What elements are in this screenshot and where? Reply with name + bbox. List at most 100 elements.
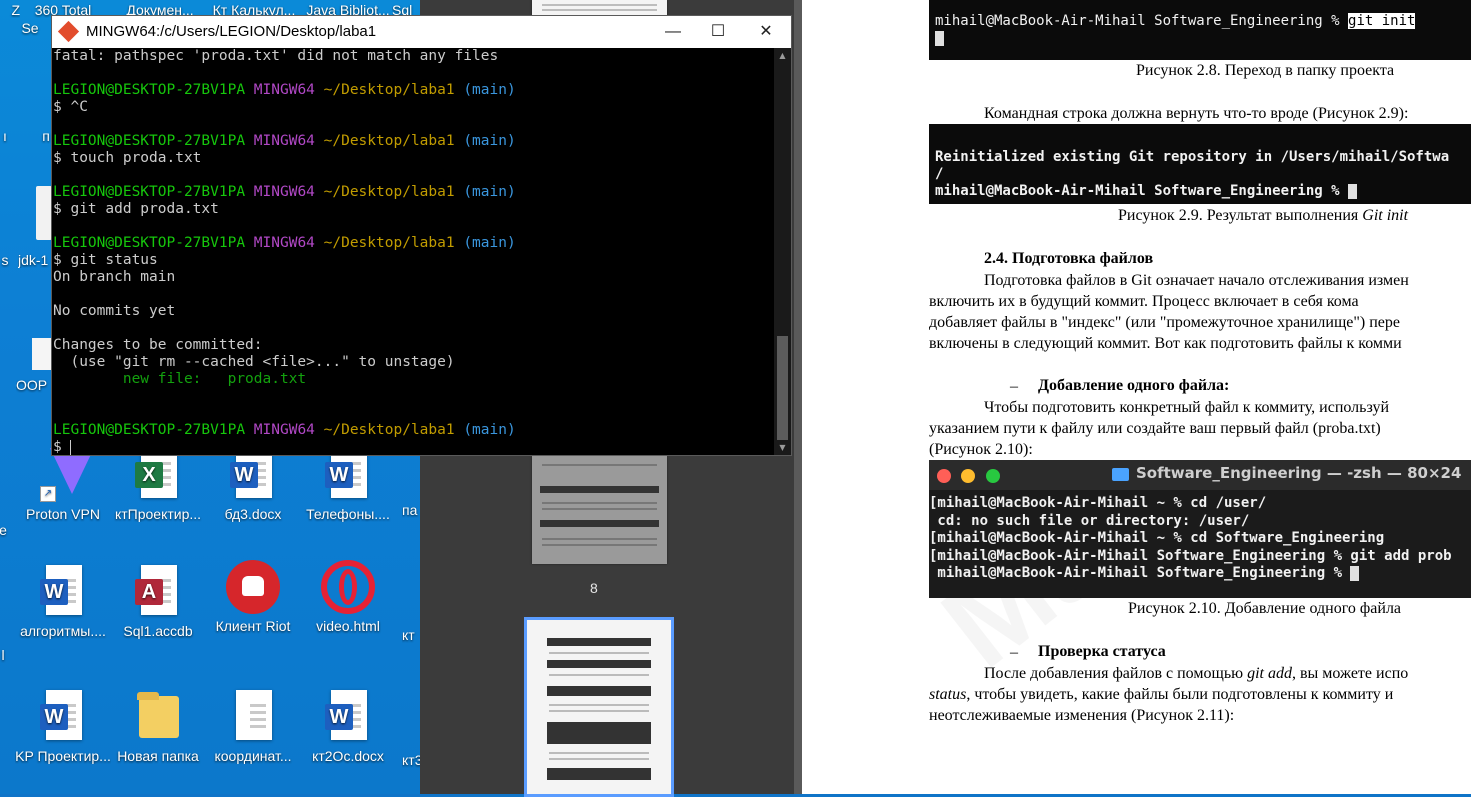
scroll-up-icon[interactable]: ▲: [774, 51, 791, 60]
prompt-env: MINGW64: [253, 184, 315, 200]
desktop-icon-label: l: [1, 647, 5, 663]
text-file-icon: [236, 690, 272, 740]
desktop-icon-label: e: [0, 522, 10, 538]
desktop-partial-label[interactable]: OOP: [16, 377, 56, 393]
desktop-icon-opera[interactable]: video.html: [300, 560, 396, 634]
word-icon: W: [230, 462, 258, 488]
window-titlebar[interactable]: MINGW64:/c/Users/LEGION/Desktop/laba1 — …: [52, 16, 791, 48]
mac-minimize-icon: [961, 469, 975, 483]
text-run-italic: status: [929, 686, 967, 703]
paragraph-line: включить их в будущий коммит. Процесс вк…: [929, 293, 1359, 310]
desktop-partial-label[interactable]: s: [0, 252, 12, 268]
git-bash-window[interactable]: MINGW64:/c/Users/LEGION/Desktop/laba1 — …: [51, 15, 792, 456]
desktop-icon-riot[interactable]: Клиент Riot: [205, 560, 301, 634]
desktop-icon-label: s: [1, 252, 9, 268]
desktop-icon-access[interactable]: A Sql1.accdb: [110, 565, 206, 639]
figure-caption: Рисунок 2.9. Результат выполнения Git in…: [1118, 207, 1408, 225]
desktop-partial-label[interactable]: e: [0, 522, 10, 538]
text-run: После добавления файлов с помощью: [984, 665, 1248, 682]
desktop-icon-word[interactable]: W бд3.docx: [205, 448, 301, 522]
prompt-path: ~/Desktop/laba1: [323, 133, 455, 149]
minimize-button[interactable]: —: [650, 16, 696, 48]
page-thumbnail-selected[interactable]: [524, 617, 674, 797]
terminal-line: (use "git rm --cached <file>..." to unst…: [53, 354, 455, 370]
list-bullet: –: [1010, 644, 1018, 661]
paragraph-line: указанием пути к файлу или создайте ваш …: [929, 420, 1381, 437]
scroll-down-icon[interactable]: ▼: [774, 443, 791, 452]
prompt-env: MINGW64: [253, 82, 315, 98]
prompt-user: LEGION@DESKTOP-27BV1PA: [53, 235, 246, 251]
desktop-partial-label[interactable]: па: [402, 502, 422, 518]
text-run: , чтобы увидеть, какие файлы были подгот…: [966, 686, 1394, 703]
text-run: , вы можете испо: [1291, 665, 1409, 682]
desktop-icon-word[interactable]: W KP Проектир...: [15, 690, 111, 764]
terminal-cursor: [935, 30, 944, 46]
terminal-line: /: [935, 166, 944, 182]
desktop-icon-label: Se: [21, 20, 39, 36]
desktop-icon-label: Proton VPN: [26, 506, 100, 522]
desktop-icon-word[interactable]: W алгоритмы....: [15, 565, 111, 639]
desktop-icon-folder[interactable]: Новая папка: [110, 690, 206, 764]
desktop-partial-label[interactable]: Se: [10, 20, 50, 36]
desktop-icon-label: video.html: [316, 618, 380, 634]
desktop-partial-label[interactable]: l: [0, 647, 10, 663]
desktop-icon-label: Sql1.accdb: [123, 623, 193, 639]
section-heading: 2.4. Подготовка файлов: [984, 250, 1154, 267]
page-thumbnail[interactable]: [532, 0, 667, 16]
desktop-icon-label: Клиент Riot: [215, 618, 291, 634]
mac-window-titlebar: Software_Engineering — -zsh — 80×24: [929, 460, 1471, 490]
panel-divider[interactable]: [794, 0, 802, 794]
desktop-icon-label: па: [402, 502, 418, 518]
desktop-icon-proton-vpn[interactable]: ↗ Proton VPN: [15, 448, 111, 522]
terminal-line: [mihail@MacBook-Air-Mihail ~ % cd /user/: [929, 495, 1267, 511]
desktop-icon-label: кт: [402, 627, 415, 643]
prompt-user: LEGION@DESKTOP-27BV1PA: [53, 422, 246, 438]
paragraph-line: (Рисунок 2.10):: [929, 441, 1033, 458]
caption-text: Рисунок 2.9. Результат выполнения: [1118, 207, 1363, 224]
close-button[interactable]: ✕: [743, 16, 789, 48]
terminal-command: $ git status: [53, 252, 158, 268]
desktop-icon-label: кт2Ос.docx: [312, 748, 384, 764]
terminal-line: On branch main: [53, 269, 176, 285]
desktop-icon-text[interactable]: координат...: [205, 690, 301, 764]
terminal-command: $ ^C: [53, 99, 88, 115]
maximize-button[interactable]: ☐: [695, 16, 741, 48]
desktop-partial-label[interactable]: ı: [0, 128, 12, 144]
terminal-line: mihail@MacBook-Air-Mihail Software_Engin…: [929, 565, 1351, 581]
desktop-icon-word[interactable]: W кт2Ос.docx: [300, 690, 396, 764]
desktop-icon-label: алгоритмы....: [20, 623, 106, 639]
terminal-line: cd: no such file or directory: /user/: [929, 512, 1250, 529]
terminal-command: $ git add proda.txt: [53, 201, 219, 217]
prompt-env: MINGW64: [253, 133, 315, 149]
terminal-line: [mihail@MacBook-Air-Mihail Software_Engi…: [929, 547, 1452, 564]
terminal-scrollbar[interactable]: ▲ ▼: [774, 48, 791, 455]
riot-icon: [226, 560, 280, 614]
opera-icon: [321, 560, 375, 614]
desktop-icon-label: Новая папка: [117, 748, 199, 764]
subsection-heading: Проверка статуса: [1038, 643, 1166, 660]
desktop-icon-word[interactable]: W Телефоны....: [300, 448, 396, 522]
page-thumbnail[interactable]: [532, 456, 667, 564]
prompt-user: LEGION@DESKTOP-27BV1PA: [53, 133, 246, 149]
paragraph-line: После добавления файлов с помощью git ad…: [984, 663, 1408, 685]
terminal-output[interactable]: fatal: pathspec 'proda.txt' did not matc…: [52, 48, 774, 455]
desktop-partial-label[interactable]: кт: [402, 627, 422, 643]
caption-italic: Git init: [1362, 207, 1409, 224]
prompt-user: LEGION@DESKTOP-27BV1PA: [53, 82, 246, 98]
word-icon: W: [40, 704, 68, 730]
terminal-command-input[interactable]: $: [53, 439, 70, 455]
desktop-partial-label[interactable]: кт3: [402, 752, 422, 768]
prompt-env: MINGW64: [253, 235, 315, 251]
figure-caption: Рисунок 2.8. Переход в папку проекта: [1136, 62, 1395, 79]
desktop-top-label[interactable]: Z: [0, 2, 20, 18]
desktop-icon-excel[interactable]: X ктПроектир...: [110, 448, 206, 522]
terminal-line: Changes to be committed:: [53, 337, 263, 353]
scrollbar-thumb[interactable]: [777, 336, 788, 440]
figure-terminal-reinitialized: Reinitialized existing Git repository in…: [929, 124, 1471, 204]
terminal-line: Reinitialized existing Git repository in…: [935, 149, 1450, 165]
terminal-line: [mihail@MacBook-Air-Mihail ~ % cd Softwa…: [929, 530, 1385, 546]
file-icon: [32, 338, 52, 370]
paragraph-line: Подготовка файлов в Git означает начало …: [984, 272, 1409, 289]
text-run-italic: git add: [1247, 665, 1292, 682]
desktop-icon-label: Z: [11, 2, 20, 18]
